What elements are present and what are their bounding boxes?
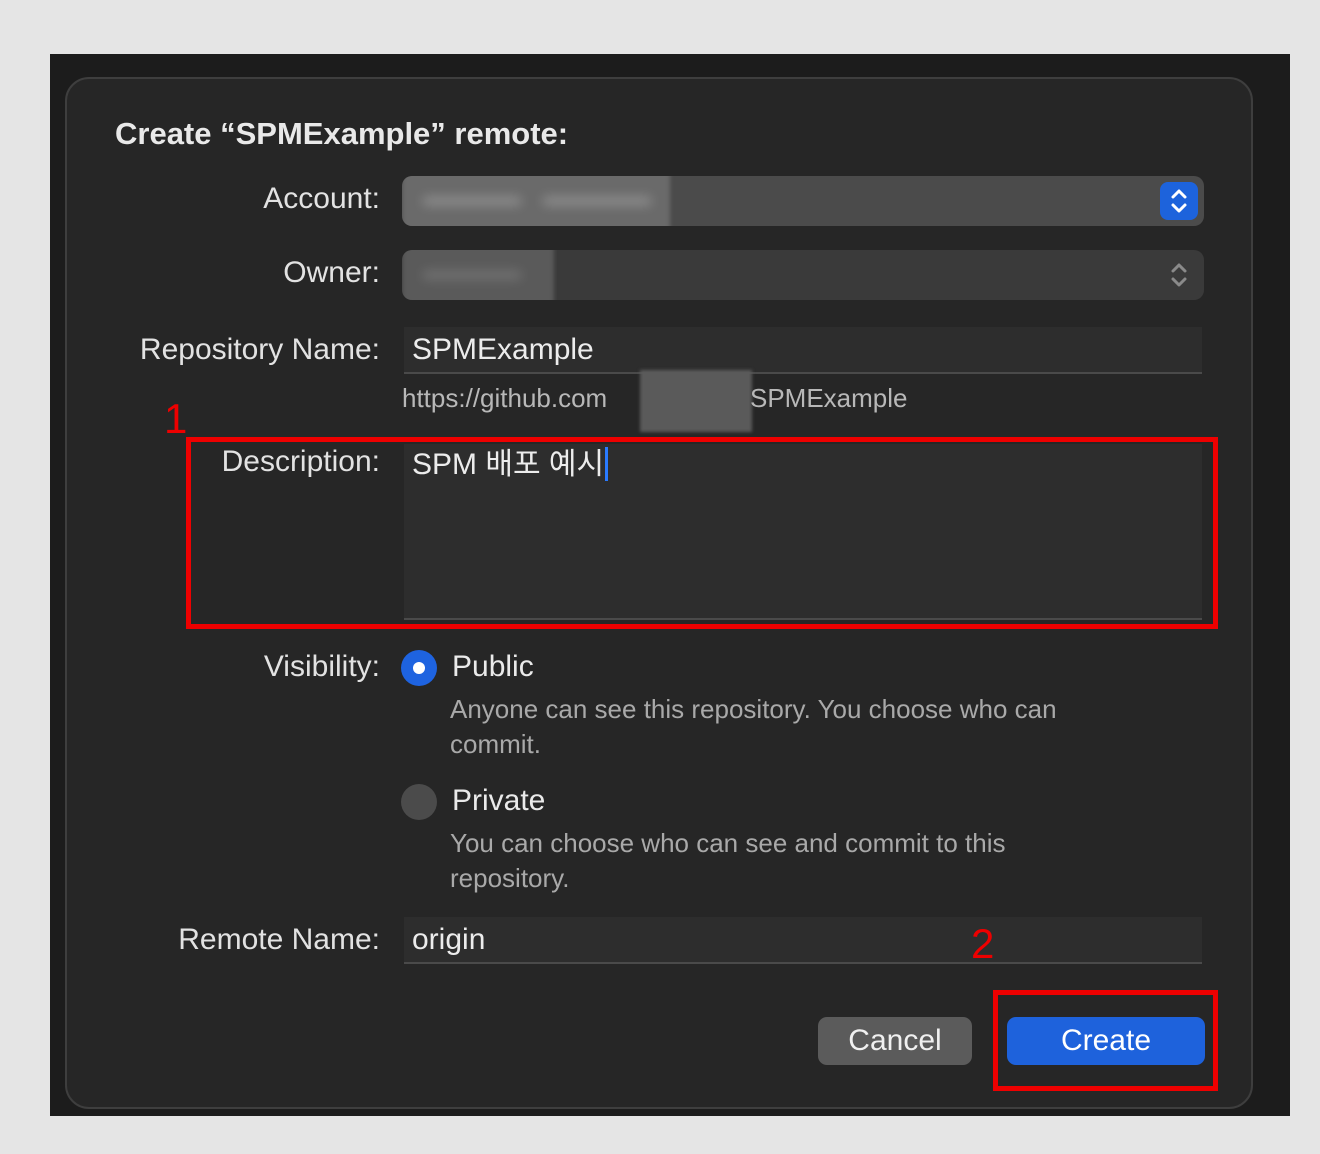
private-option-title[interactable]: Private — [452, 784, 545, 818]
annotation-number-2: 2 — [971, 920, 995, 967]
account-popup[interactable] — [402, 176, 1204, 226]
remote-name-label: Remote Name: — [178, 923, 380, 956]
visibility-label: Visibility: — [263, 650, 380, 683]
url-owner-redacted — [640, 370, 752, 432]
radio-selected-icon[interactable] — [401, 650, 437, 686]
owner-label: Owner: — [283, 256, 380, 289]
repository-name-label: Repository Name: — [139, 333, 380, 366]
radio-unselected-icon[interactable] — [401, 784, 437, 820]
annotation-number-1: 1 — [164, 395, 188, 442]
account-label: Account: — [263, 182, 380, 215]
owner-redacted — [402, 250, 554, 300]
public-option-title[interactable]: Public — [452, 650, 534, 684]
account-redacted — [402, 176, 670, 226]
up-down-chevron-icon[interactable] — [1160, 256, 1198, 294]
cancel-button[interactable]: Cancel — [818, 1017, 972, 1065]
create-button[interactable]: Create — [1007, 1017, 1205, 1065]
repository-url-suffix: SPMExample — [750, 383, 908, 413]
up-down-chevron-icon[interactable] — [1160, 182, 1198, 220]
repository-url-prefix: https://github.com — [402, 383, 608, 413]
owner-popup[interactable] — [402, 250, 1204, 300]
private-option-description: You can choose who can see and commit to… — [450, 828, 1006, 893]
annotation-box-description — [186, 437, 1218, 629]
public-option-description: Anyone can see this repository. You choo… — [450, 694, 1057, 759]
repository-name-field[interactable]: SPMExample — [404, 327, 1202, 374]
dialog-title: Create “SPMExample” remote: — [115, 116, 569, 151]
remote-name-field[interactable]: origin — [404, 917, 1202, 964]
